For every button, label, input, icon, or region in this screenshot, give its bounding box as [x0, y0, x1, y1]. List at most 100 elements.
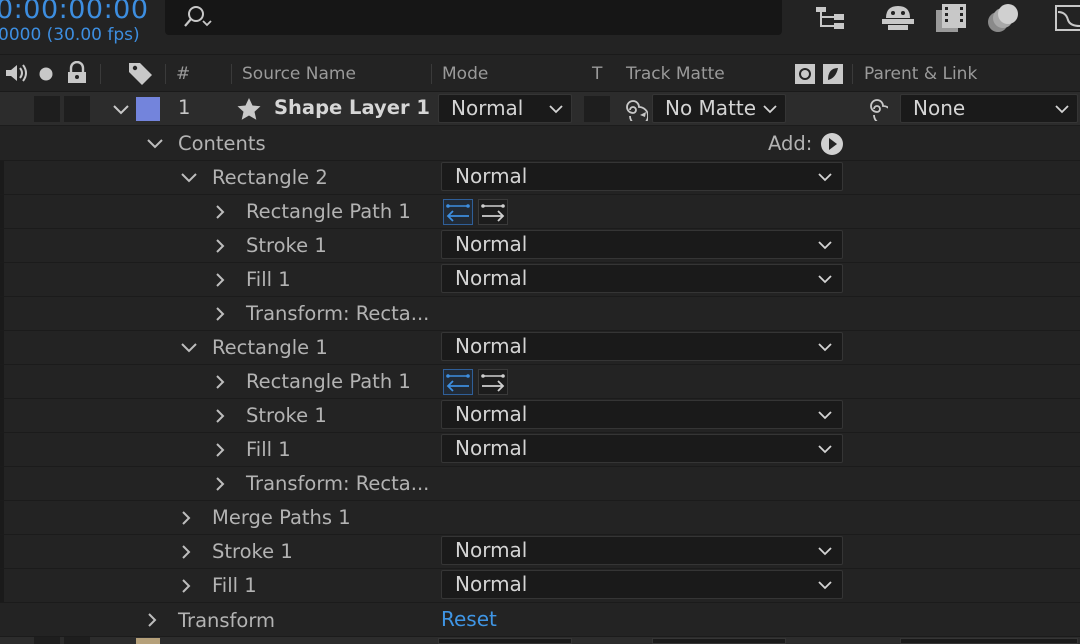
preserve-transparency-toggle[interactable] — [584, 96, 610, 122]
layer-name[interactable]: Shape Layer 1 — [274, 96, 430, 119]
stroke-row[interactable]: Stroke 1 Normal — [0, 399, 1080, 433]
audio-speaker-icon[interactable] — [4, 62, 30, 84]
path-label: Rectangle Path 1 — [246, 200, 411, 223]
parent-pickwhip-icon[interactable] — [862, 97, 888, 121]
chevron-right-icon[interactable] — [214, 408, 226, 424]
rectangle-2-group-row[interactable]: Rectangle 2 Normal — [0, 161, 1080, 195]
add-label[interactable]: Add: — [768, 132, 812, 155]
column-source-name-header[interactable]: Source Name — [242, 64, 356, 84]
chevron-right-icon[interactable] — [214, 204, 226, 220]
search-input[interactable] — [215, 4, 765, 30]
chevron-right-icon[interactable] — [214, 306, 226, 322]
rectangle-1-group-row[interactable]: Rectangle 1 Normal — [0, 331, 1080, 365]
path-direction-forward-button[interactable] — [478, 199, 508, 225]
stroke-row[interactable]: Stroke 1 Normal — [0, 229, 1080, 263]
row-margin — [0, 161, 4, 194]
path-direction-forward-button[interactable] — [478, 369, 508, 395]
layer-row[interactable]: 1 Shape Layer 1 Normal No Matte None — [0, 92, 1080, 126]
layer-label-color[interactable] — [136, 638, 160, 644]
arrow-right-icon — [481, 374, 505, 392]
column-divider[interactable] — [100, 64, 101, 84]
row-margin — [0, 399, 4, 432]
chevron-down-icon — [818, 343, 832, 352]
reset-link[interactable]: Reset — [441, 607, 497, 631]
chevron-down-icon[interactable] — [146, 138, 164, 150]
motion-blur-icon[interactable] — [986, 2, 1020, 34]
pickwhip-spiral-icon[interactable] — [620, 99, 648, 121]
path-direction-reverse-button[interactable] — [443, 199, 473, 225]
frame-blending-icon[interactable] — [934, 2, 968, 34]
add-play-icon[interactable] — [820, 132, 844, 156]
matte-alpha-icon[interactable] — [794, 63, 816, 85]
video-switch[interactable] — [34, 96, 60, 122]
path-direction-reverse-button[interactable] — [443, 369, 473, 395]
blend-mode-value: Normal — [455, 334, 528, 358]
chevron-down-icon[interactable] — [180, 342, 198, 354]
layer-label-color[interactable] — [136, 97, 160, 121]
column-mode-header[interactable]: Mode — [442, 64, 488, 84]
column-divider[interactable] — [231, 64, 232, 84]
fill-row[interactable]: Fill 1 Normal — [0, 433, 1080, 467]
chevron-down-icon[interactable] — [112, 103, 130, 117]
blend-mode-dropdown[interactable]: Normal — [441, 400, 843, 429]
video-switch[interactable] — [34, 637, 60, 644]
track-matte-dropdown[interactable]: No Matte — [652, 94, 786, 123]
label-tag-icon[interactable] — [127, 60, 155, 86]
chevron-right-icon[interactable] — [214, 476, 226, 492]
chevron-right-icon[interactable] — [214, 442, 226, 458]
blend-mode-dropdown[interactable]: Normal — [441, 264, 843, 293]
blend-mode-dropdown[interactable]: Normal — [441, 162, 843, 191]
column-divider[interactable] — [852, 64, 853, 84]
chevron-right-icon[interactable] — [214, 238, 226, 254]
blend-mode-dropdown[interactable]: Normal — [441, 332, 843, 361]
parent-dropdown[interactable] — [900, 638, 1078, 644]
stroke-row[interactable]: Stroke 1 Normal — [0, 535, 1080, 569]
column-track-matte-header[interactable]: Track Matte — [626, 64, 725, 84]
transform-rectangle-row[interactable]: Transform: Recta... — [0, 297, 1080, 331]
fill-label: Fill 1 — [246, 438, 291, 461]
audio-switch[interactable] — [64, 96, 90, 122]
layer-mode-dropdown[interactable]: Normal — [438, 94, 572, 123]
blend-mode-dropdown[interactable]: Normal — [441, 230, 843, 259]
fill-row[interactable]: Fill 1 Normal — [0, 263, 1080, 297]
chevron-down-icon — [763, 105, 777, 114]
merge-paths-row[interactable]: Merge Paths 1 — [0, 501, 1080, 535]
track-matte-dropdown[interactable] — [652, 638, 786, 644]
shy-layers-icon[interactable] — [880, 2, 916, 32]
audio-switch[interactable] — [64, 637, 90, 644]
chevron-down-icon[interactable] — [180, 172, 198, 184]
chevron-right-icon[interactable] — [214, 374, 226, 390]
matte-luma-icon[interactable] — [822, 63, 844, 85]
column-divider[interactable] — [431, 64, 432, 84]
column-number-header[interactable]: # — [176, 64, 190, 84]
search-field[interactable] — [165, 0, 782, 35]
transform-rectangle-row[interactable]: Transform: Recta... — [0, 467, 1080, 501]
fill-row[interactable]: Fill 1 Normal — [0, 569, 1080, 603]
blend-mode-dropdown[interactable]: Normal — [441, 434, 843, 463]
blend-mode-dropdown[interactable]: Normal — [441, 570, 843, 599]
chevron-right-icon[interactable] — [180, 544, 192, 560]
next-layer-row[interactable] — [0, 637, 1080, 644]
column-divider[interactable] — [165, 64, 166, 84]
blend-mode-value: Normal — [455, 436, 528, 460]
column-t-header[interactable]: T — [592, 64, 602, 84]
current-time-display[interactable]: 0:00:00:00 — [0, 0, 149, 25]
contents-row[interactable]: Contents Add: — [0, 127, 1080, 161]
chevron-right-icon[interactable] — [180, 578, 192, 594]
chevron-right-icon[interactable] — [180, 510, 192, 526]
chevron-down-icon — [818, 581, 832, 590]
layer-mode-dropdown[interactable] — [438, 638, 572, 644]
chevron-right-icon[interactable] — [214, 272, 226, 288]
rectangle-path-row[interactable]: Rectangle Path 1 — [0, 195, 1080, 229]
graph-editor-icon[interactable] — [1052, 4, 1080, 32]
parent-dropdown[interactable]: None — [900, 94, 1078, 123]
group-label: Rectangle 2 — [212, 166, 328, 189]
transform-row[interactable]: Transform Reset — [0, 603, 1080, 637]
column-parent-link-header[interactable]: Parent & Link — [864, 64, 977, 84]
rectangle-path-row[interactable]: Rectangle Path 1 — [0, 365, 1080, 399]
solo-dot-icon[interactable] — [38, 66, 54, 82]
lock-icon[interactable] — [65, 61, 89, 85]
chevron-right-icon[interactable] — [146, 612, 158, 628]
flowchart-icon[interactable] — [810, 3, 850, 33]
blend-mode-dropdown[interactable]: Normal — [441, 536, 843, 565]
